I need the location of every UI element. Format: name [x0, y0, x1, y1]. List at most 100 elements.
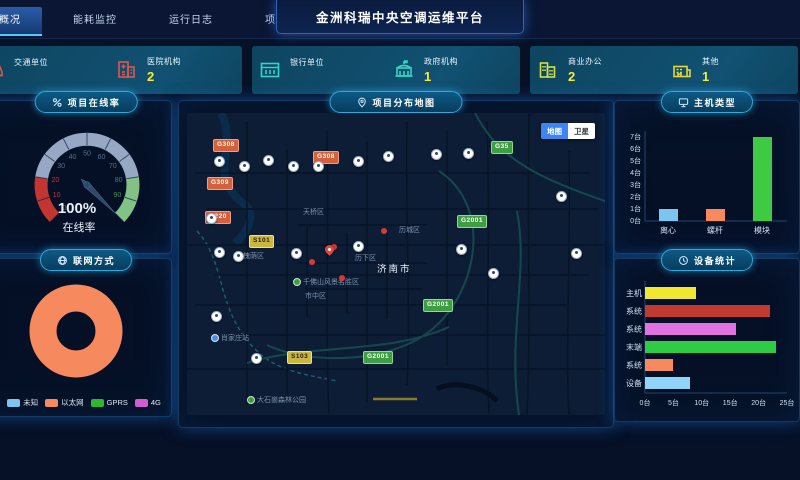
svg-text:离心: 离心: [660, 225, 676, 235]
map-marker[interactable]: [488, 268, 499, 279]
map-marker-red[interactable]: [339, 275, 345, 281]
panel-online-rate: 项目在线率 0 10 20 30 40 50 60 70 80 90 100% …: [0, 100, 172, 254]
svg-text:0台: 0台: [640, 398, 651, 407]
panel-title: 主机类型: [694, 96, 736, 109]
panel-map: 项目分布地图 G308 G308: [178, 100, 614, 428]
government-icon: [392, 58, 416, 82]
office-icon: [536, 58, 560, 82]
svg-text:20台: 20台: [751, 398, 766, 407]
map-marker[interactable]: [288, 161, 299, 172]
map-marker[interactable]: [463, 148, 474, 159]
stat-card-1: 交通单位 医院机构 2: [0, 46, 242, 94]
tab-overview[interactable]: 概况: [0, 7, 42, 36]
svg-text:系统: 系统: [626, 324, 642, 334]
map-marker[interactable]: [556, 191, 567, 202]
map-marker[interactable]: [233, 251, 244, 262]
legend-swatch: [135, 399, 148, 407]
stat-card-3: 商业办公 2 其他 1: [530, 46, 798, 94]
gauge-value: 100%: [58, 200, 96, 217]
panel-title: 设备统计: [694, 254, 736, 267]
road-badge: G2001: [423, 299, 453, 312]
map-marker[interactable]: [571, 248, 582, 259]
map-canvas[interactable]: G308 G308 G309 G220 S101 G35 G2001 G2001…: [187, 113, 605, 415]
panel-map-header: 项目分布地图: [329, 91, 462, 113]
tab-energy-monitor[interactable]: 能耗监控: [52, 7, 138, 34]
map-marker[interactable]: [239, 161, 250, 172]
park-icon: [247, 396, 255, 404]
map-marker[interactable]: [431, 149, 442, 160]
map-marker[interactable]: [383, 151, 394, 162]
legend-swatch: [7, 399, 20, 407]
legend-item-gprs[interactable]: GPRS: [91, 397, 128, 408]
road-badge: G35: [491, 141, 513, 154]
map-marker[interactable]: [313, 161, 324, 172]
map-type-satellite[interactable]: 卫星: [568, 123, 595, 139]
stat-value: 1: [702, 69, 719, 84]
map-marker[interactable]: [214, 247, 225, 258]
road-badge: G2001: [363, 351, 393, 364]
map-marker[interactable]: [353, 241, 364, 252]
map-marker[interactable]: [263, 155, 274, 166]
svg-text:5台: 5台: [668, 398, 679, 407]
svg-text:4台: 4台: [630, 168, 641, 177]
panel-host-type-header: 主机类型: [661, 91, 753, 113]
stat-hospital: 医院机构 2: [109, 56, 242, 84]
gauge-caption: 在线率: [63, 220, 96, 234]
svg-text:系统: 系统: [626, 360, 642, 370]
map-marker[interactable]: [353, 156, 364, 167]
platform-title-box: 金洲科瑞中央空调运维平台: [276, 0, 524, 34]
map-marker[interactable]: [211, 311, 222, 322]
road-badge: G2001: [457, 215, 487, 228]
map-marker[interactable]: [251, 353, 262, 364]
online-rate-gauge: 0 10 20 30 40 50 60 70 80 90 100% 在线率: [0, 117, 165, 245]
map-marker[interactable]: [206, 213, 217, 224]
factory-icon: [670, 58, 694, 82]
road-badge: G309: [207, 177, 233, 190]
svg-text:70: 70: [109, 163, 117, 170]
stat-label: 银行单位: [290, 57, 324, 68]
map-place-label: 千佛山风景名胜区: [293, 277, 359, 287]
legend-item-unknown[interactable]: 未知: [7, 397, 38, 408]
stat-label: 医院机构: [147, 56, 181, 67]
svg-text:螺杆: 螺杆: [707, 225, 723, 235]
svg-text:3台: 3台: [630, 180, 641, 189]
stat-value: 2: [147, 69, 181, 84]
svg-text:设备: 设备: [626, 378, 642, 388]
map-place-label: 历城区: [399, 225, 420, 235]
host-type-chart: 0台 1台 2台 3台 4台 5台 6台 7台 离心 螺杆 模块: [619, 117, 795, 247]
panel-device-stats-header: 设备统计: [661, 249, 753, 271]
map-type-map[interactable]: 地图: [541, 123, 568, 139]
globe-icon: [57, 255, 68, 266]
bank-icon: [258, 58, 282, 82]
map-marker-red[interactable]: [381, 228, 387, 234]
svg-text:60: 60: [98, 154, 106, 161]
stat-label: 其他: [702, 56, 719, 67]
car-icon: [0, 58, 6, 82]
map-marker[interactable]: [291, 248, 302, 259]
stat-value: 1: [424, 69, 458, 84]
legend-label: 未知: [23, 397, 38, 408]
panel-title: 项目在线率: [68, 96, 121, 109]
stat-label: 商业办公: [568, 56, 602, 67]
platform-title: 金洲科瑞中央空调运维平台: [316, 7, 484, 26]
svg-text:15台: 15台: [723, 398, 738, 407]
park-icon: [293, 278, 301, 286]
svg-text:90: 90: [114, 192, 122, 199]
panel-title: 项目分布地图: [372, 96, 435, 109]
panel-network-mode: 联网方式 未知 以太网 GPRS 4G: [0, 258, 172, 417]
map-marker[interactable]: [214, 156, 225, 167]
stat-traffic: 交通单位: [0, 57, 109, 84]
svg-text:模块: 模块: [754, 225, 770, 235]
svg-text:10台: 10台: [694, 398, 709, 407]
map-marker-red[interactable]: [309, 259, 315, 265]
hospital-icon: [115, 58, 139, 82]
legend-item-ethernet[interactable]: 以太网: [45, 397, 84, 408]
percent-icon: [52, 97, 63, 108]
map-place-label: 槐荫区: [243, 251, 264, 261]
network-legend: 未知 以太网 GPRS 4G: [1, 397, 167, 408]
legend-label: GPRS: [107, 398, 128, 407]
tab-run-log[interactable]: 运行日志: [148, 7, 234, 34]
road-badge: S103: [287, 351, 312, 364]
map-marker[interactable]: [456, 244, 467, 255]
legend-item-4g[interactable]: 4G: [135, 397, 161, 408]
